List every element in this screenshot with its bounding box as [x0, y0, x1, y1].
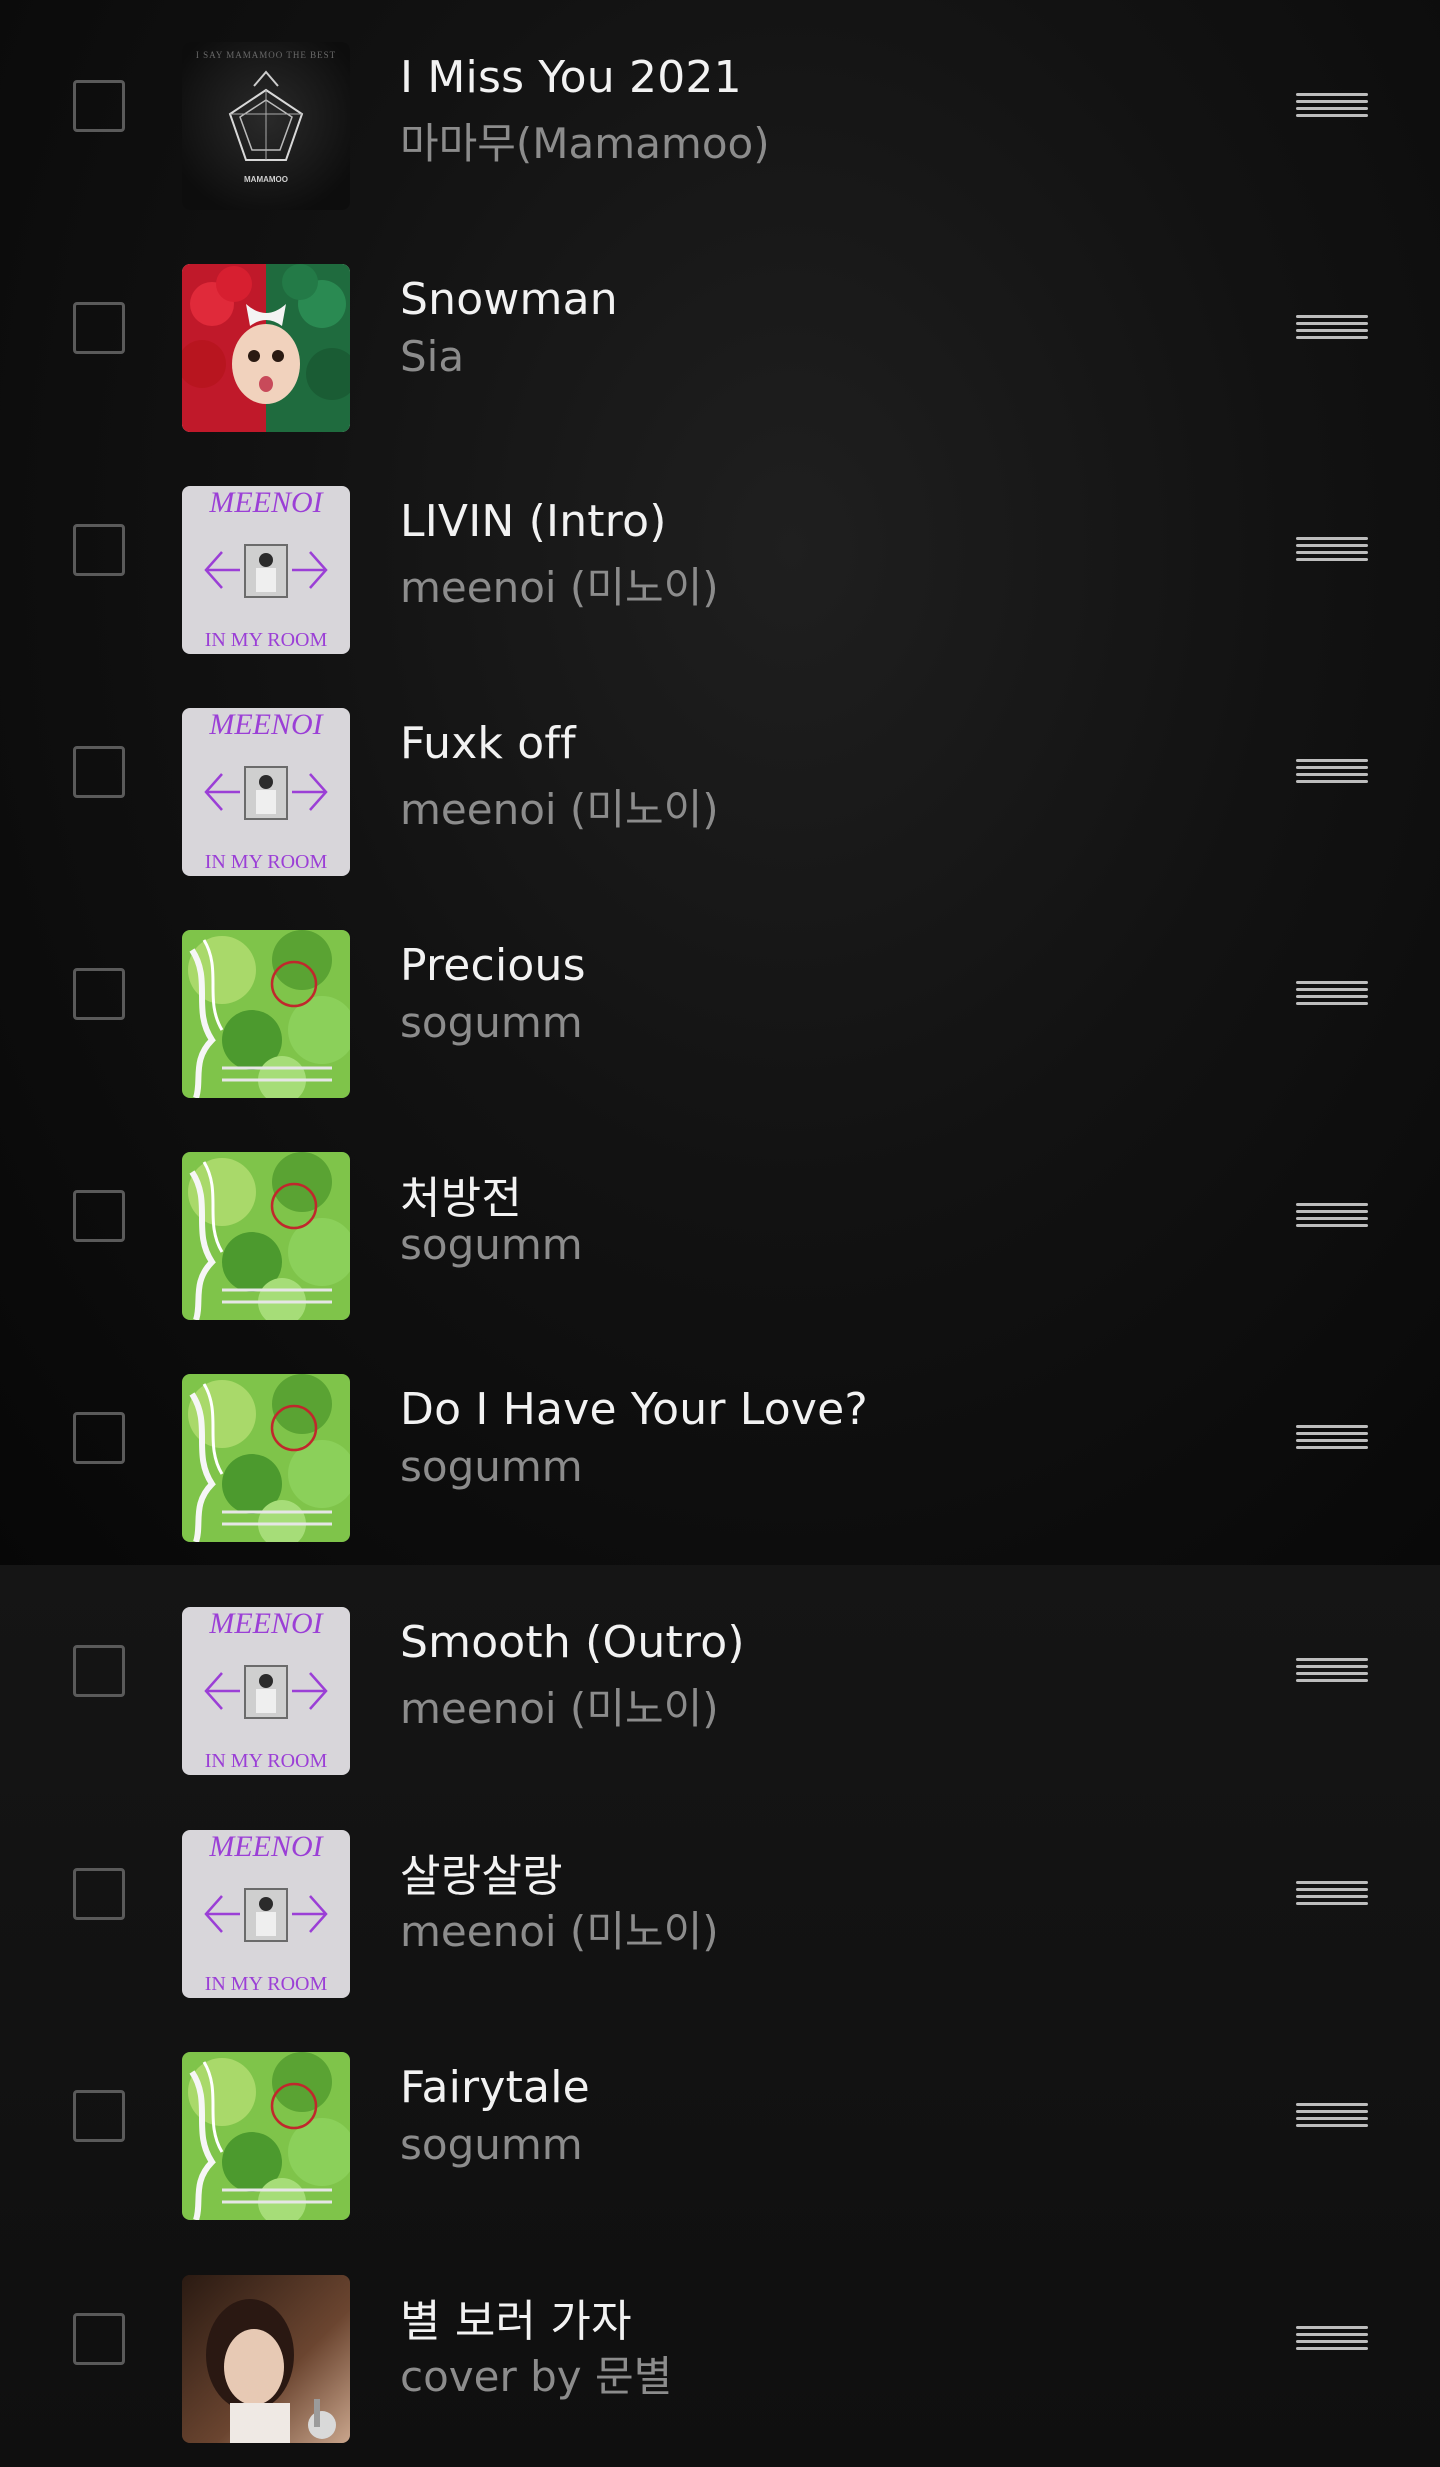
- track-title: Smooth (Outro): [400, 1617, 745, 1668]
- track-select-checkbox[interactable]: [73, 1412, 125, 1464]
- svg-text:IN MY ROOM: IN MY ROOM: [205, 851, 328, 873]
- track-row-7[interactable]: Do I Have Your Love? sogumm: [0, 1332, 1440, 1556]
- drag-handle-icon[interactable]: [1296, 91, 1368, 119]
- track-artist: meenoi (미노이): [400, 1907, 719, 1956]
- track-select-checkbox[interactable]: [73, 2313, 125, 2365]
- track-row-9[interactable]: MEENOI IN MY ROOM 살랑살랑 meenoi (미노이): [0, 1788, 1440, 2012]
- drag-handle-icon[interactable]: [1296, 535, 1368, 563]
- svg-text:IN MY ROOM: IN MY ROOM: [205, 1973, 328, 1995]
- track-row-10[interactable]: Fairytale sogumm: [0, 2010, 1440, 2234]
- track-artist: sogumm: [400, 998, 583, 1047]
- track-select-checkbox[interactable]: [73, 302, 125, 354]
- track-row-6[interactable]: 처방전 sogumm: [0, 1110, 1440, 1334]
- sia-album-art: [182, 264, 350, 432]
- track-title: LIVIN (Intro): [400, 496, 667, 547]
- track-title: 별 보러 가자: [400, 2296, 632, 2347]
- meenoi-album-art: MEENOI IN MY ROOM: [182, 1607, 350, 1775]
- track-artist: sogumm: [400, 1442, 583, 1491]
- track-row-1[interactable]: I SAY MAMAMOO THE BEST MAMAMOO I Miss Yo…: [0, 0, 1440, 224]
- track-title: Fairytale: [400, 2062, 590, 2113]
- drag-handle-icon[interactable]: [1296, 1656, 1368, 1684]
- drag-handle-icon[interactable]: [1296, 1879, 1368, 1907]
- track-select-checkbox[interactable]: [73, 80, 125, 132]
- track-title: 처방전: [400, 1173, 523, 1224]
- drag-handle-icon[interactable]: [1296, 2324, 1368, 2352]
- svg-text:IN MY ROOM: IN MY ROOM: [205, 1750, 328, 1772]
- moonbyul-album-art: [182, 2275, 350, 2443]
- meenoi-album-art: MEENOI IN MY ROOM: [182, 486, 350, 654]
- meenoi-album-art: MEENOI IN MY ROOM: [182, 1830, 350, 1998]
- svg-text:MEENOI: MEENOI: [208, 1607, 324, 1640]
- track-select-checkbox[interactable]: [73, 2090, 125, 2142]
- svg-text:MEENOI: MEENOI: [208, 486, 324, 519]
- track-artist: Sia: [400, 332, 465, 381]
- svg-text:MAMAMOO: MAMAMOO: [244, 175, 288, 184]
- track-artist: cover by 문별: [400, 2352, 673, 2401]
- drag-handle-icon[interactable]: [1296, 979, 1368, 1007]
- drag-handle-icon[interactable]: [1296, 1423, 1368, 1451]
- track-title: Snowman: [400, 274, 618, 325]
- track-artist: meenoi (미노이): [400, 563, 719, 612]
- svg-text:IN MY ROOM: IN MY ROOM: [205, 629, 328, 651]
- mamamoo-album-art: I SAY MAMAMOO THE BEST MAMAMOO: [182, 42, 350, 210]
- track-title: Fuxk off: [400, 718, 576, 769]
- sogumm-album-art: [182, 1152, 350, 1320]
- track-select-checkbox[interactable]: [73, 524, 125, 576]
- drag-handle-icon[interactable]: [1296, 1201, 1368, 1229]
- track-title: Do I Have Your Love?: [400, 1384, 868, 1435]
- track-artist: 마마무(Mamamoo): [400, 119, 770, 168]
- track-select-checkbox[interactable]: [73, 1868, 125, 1920]
- sogumm-album-art: [182, 2052, 350, 2220]
- track-title: Precious: [400, 940, 586, 991]
- track-row-8[interactable]: MEENOI IN MY ROOM Smooth (Outro) meenoi …: [0, 1565, 1440, 1789]
- track-select-checkbox[interactable]: [73, 968, 125, 1020]
- svg-text:MEENOI: MEENOI: [208, 1830, 324, 1863]
- track-row-2[interactable]: Snowman Sia: [0, 222, 1440, 446]
- track-row-3[interactable]: MEENOI IN MY ROOM LIVIN (Intro) meenoi (…: [0, 444, 1440, 668]
- svg-text:I SAY MAMAMOO THE BEST: I SAY MAMAMOO THE BEST: [196, 50, 336, 60]
- track-artist: sogumm: [400, 2120, 583, 2169]
- track-select-checkbox[interactable]: [73, 1190, 125, 1242]
- track-select-checkbox[interactable]: [73, 746, 125, 798]
- drag-handle-icon[interactable]: [1296, 757, 1368, 785]
- track-row-11[interactable]: 별 보러 가자 cover by 문별: [0, 2233, 1440, 2457]
- meenoi-album-art: MEENOI IN MY ROOM: [182, 708, 350, 876]
- drag-handle-icon[interactable]: [1296, 2101, 1368, 2129]
- track-title: I Miss You 2021: [400, 52, 742, 103]
- track-row-4[interactable]: MEENOI IN MY ROOM Fuxk off meenoi (미노이): [0, 666, 1440, 890]
- sogumm-album-art: [182, 930, 350, 1098]
- track-row-5[interactable]: Precious sogumm: [0, 888, 1440, 1112]
- track-artist: meenoi (미노이): [400, 785, 719, 834]
- drag-handle-icon[interactable]: [1296, 313, 1368, 341]
- sogumm-album-art: [182, 1374, 350, 1542]
- track-artist: meenoi (미노이): [400, 1684, 719, 1733]
- track-select-checkbox[interactable]: [73, 1645, 125, 1697]
- svg-text:MEENOI: MEENOI: [208, 708, 324, 741]
- track-artist: sogumm: [400, 1220, 583, 1269]
- track-title: 살랑살랑: [400, 1851, 563, 1902]
